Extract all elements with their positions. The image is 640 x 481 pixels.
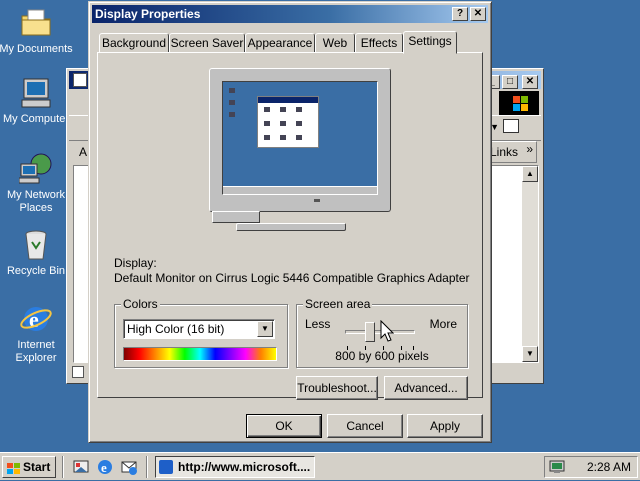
chevron-down-icon[interactable]: ▼ xyxy=(257,321,273,337)
ie-window-icon xyxy=(73,73,87,87)
outlook-express-icon[interactable] xyxy=(120,458,138,476)
recycle-bin-icon xyxy=(19,228,53,262)
display-settings-tray-icon[interactable] xyxy=(549,459,565,481)
display-value: Default Monitor on Cirrus Logic 5446 Com… xyxy=(114,271,470,285)
links-label: Links xyxy=(490,145,519,159)
start-label: Start xyxy=(23,460,51,474)
slider-less-label: Less xyxy=(305,317,331,331)
mini-desktop-icon xyxy=(229,88,235,93)
vertical-scrollbar[interactable]: ▲ ▼ xyxy=(522,166,538,362)
monitor-screen xyxy=(222,81,378,195)
desktop-icon-label: Places xyxy=(19,202,53,214)
internet-explorer-icon[interactable]: e xyxy=(96,458,114,476)
screen-area-value: 800 by 600 pixels xyxy=(335,349,429,363)
maximize-button[interactable]: □ xyxy=(502,75,518,89)
colors-selected-value: High Color (16 bit) xyxy=(127,322,225,336)
display-properties-dialog[interactable]: Display Properties ? ✕ Background Screen… xyxy=(88,1,492,443)
desktop-icon-label: Explorer xyxy=(15,352,57,364)
desktop-icon-label: Recycle Bin xyxy=(6,265,66,277)
svg-text:e: e xyxy=(29,307,39,332)
desktop-icon-internet-explorer[interactable]: e Internet Explorer xyxy=(0,302,74,365)
windows-logo xyxy=(499,91,539,115)
page-icon xyxy=(72,366,84,378)
mini-taskbar xyxy=(223,186,377,194)
taskbar-button-label: http://www.microsoft.... xyxy=(178,460,311,474)
power-led-icon xyxy=(314,199,320,202)
links-button[interactable]: Links » xyxy=(485,141,537,163)
internet-explorer-icon xyxy=(159,460,173,474)
desktop-icon-label: Internet xyxy=(17,339,55,351)
taskbar: Start e http://www.microsoft.... 2:28 AM xyxy=(0,452,640,480)
monitor-base xyxy=(236,223,346,231)
close-button[interactable]: ✕ xyxy=(470,7,486,21)
desktop-icon-label: My Network xyxy=(6,189,66,201)
network-icon xyxy=(18,152,53,186)
cancel-button[interactable]: Cancel xyxy=(327,414,403,438)
desktop-icon-my-documents[interactable]: My Documents xyxy=(0,6,74,56)
mouse-cursor-icon xyxy=(380,319,395,345)
screen-area-slider-thumb[interactable] xyxy=(364,322,375,342)
help-button[interactable]: ? xyxy=(452,7,468,21)
mini-desktop-icon xyxy=(229,100,235,105)
mini-window xyxy=(257,96,319,148)
address-label: A xyxy=(79,145,88,159)
show-desktop-icon[interactable] xyxy=(72,458,90,476)
colors-group: Colors High Color (16 bit) ▼ xyxy=(114,297,288,368)
desktop-icon-my-network-places[interactable]: My Network Places xyxy=(0,152,74,215)
colors-dropdown[interactable]: High Color (16 bit) ▼ xyxy=(123,319,275,339)
chevron-right-icon: » xyxy=(526,142,533,156)
tab-background[interactable]: Background xyxy=(99,33,169,53)
system-tray: 2:28 AM xyxy=(544,456,638,478)
taskbar-button-browser[interactable]: http://www.microsoft.... xyxy=(155,456,315,478)
dialog-title: Display Properties xyxy=(95,7,201,21)
svg-text:e: e xyxy=(101,460,107,475)
internet-explorer-icon: e xyxy=(19,302,53,336)
print-icon[interactable] xyxy=(503,119,519,133)
start-button[interactable]: Start xyxy=(2,456,56,478)
folder-icon xyxy=(19,6,53,40)
taskbar-separator xyxy=(62,456,64,478)
tab-appearance[interactable]: Appearance xyxy=(245,33,315,53)
computer-icon xyxy=(19,76,53,110)
monitor-preview xyxy=(209,68,391,212)
advanced-button[interactable]: Advanced... xyxy=(384,376,468,400)
monitor-neck xyxy=(212,211,260,223)
colors-group-label: Colors xyxy=(121,297,160,311)
display-label: Display: xyxy=(114,256,157,270)
tab-web[interactable]: Web xyxy=(315,33,355,53)
clock[interactable]: 2:28 AM xyxy=(587,457,631,477)
troubleshoot-button[interactable]: Troubleshoot... xyxy=(296,376,378,400)
desktop-icon-label: My Computer xyxy=(2,113,70,125)
color-spectrum-bar xyxy=(123,347,277,361)
dialog-titlebar[interactable]: Display Properties ? ✕ xyxy=(92,5,488,23)
scroll-up-arrow-icon[interactable]: ▲ xyxy=(522,166,538,182)
screen-area-group-label: Screen area xyxy=(303,297,373,311)
apply-button[interactable]: Apply xyxy=(407,414,483,438)
taskbar-separator xyxy=(146,456,148,478)
settings-tab-panel: Display: Default Monitor on Cirrus Logic… xyxy=(97,52,483,400)
mini-desktop-icon xyxy=(229,112,235,117)
tab-effects[interactable]: Effects xyxy=(355,33,403,53)
ok-button[interactable]: OK xyxy=(246,414,322,438)
windows-flag-icon xyxy=(7,461,21,474)
desktop-icon-my-computer[interactable]: My Computer xyxy=(0,76,74,126)
desktop-icon-label: My Documents xyxy=(0,43,73,55)
tab-settings[interactable]: Settings xyxy=(403,31,457,54)
slider-more-label: More xyxy=(429,317,457,331)
tab-screen-saver[interactable]: Screen Saver xyxy=(169,33,245,53)
close-button[interactable]: ✕ xyxy=(522,75,538,89)
desktop-icon-recycle-bin[interactable]: Recycle Bin xyxy=(0,228,74,278)
scroll-down-arrow-icon[interactable]: ▼ xyxy=(522,346,538,362)
